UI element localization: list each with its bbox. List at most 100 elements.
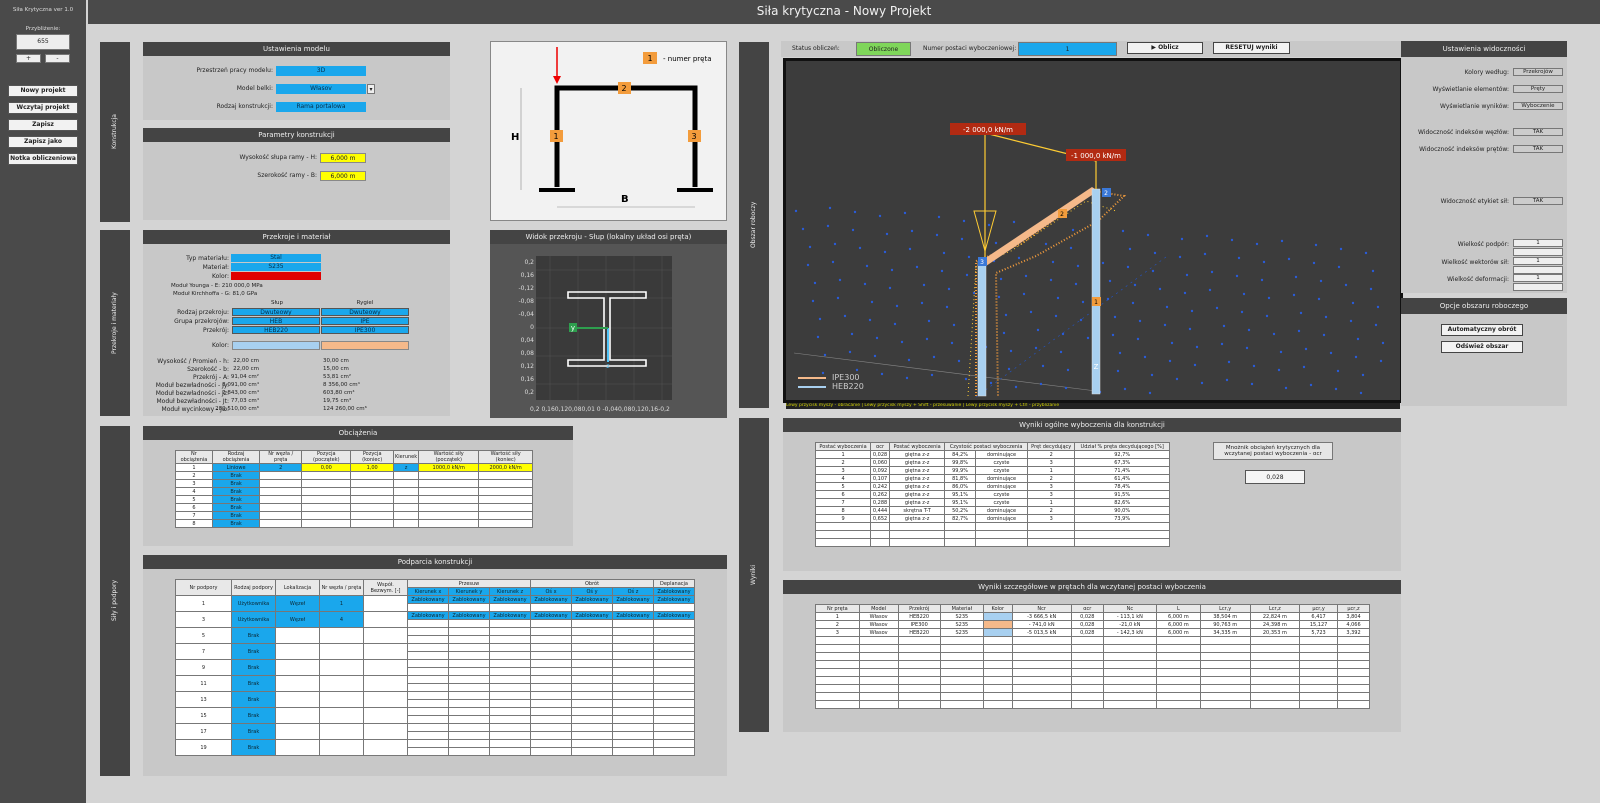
support-dof-cell[interactable] [530, 715, 572, 724]
zoom-out-button[interactable]: - [45, 54, 70, 63]
deformation-size-slider[interactable] [1513, 283, 1563, 291]
support-dof-cell[interactable] [530, 643, 572, 652]
support-dof-cell[interactable] [612, 731, 654, 740]
support-dof-cell[interactable] [448, 739, 490, 748]
support-dof-cell[interactable]: Zablokowany [653, 595, 695, 604]
table-cell[interactable] [393, 471, 420, 480]
table-cell[interactable] [350, 495, 395, 504]
support-dof-cell[interactable] [653, 619, 695, 628]
table-cell[interactable]: Liniowe [211, 463, 261, 472]
support-dof-cell[interactable] [448, 619, 490, 628]
table-cell[interactable] [418, 487, 480, 496]
support-dof-cell[interactable] [530, 707, 572, 716]
support-dof-cell[interactable]: Zablokowany [407, 611, 449, 620]
support-dof-cell[interactable] [407, 651, 449, 660]
table-cell[interactable] [418, 471, 480, 480]
support-coef[interactable] [363, 691, 408, 708]
calculate-button[interactable]: ▶ Oblicz [1127, 42, 1203, 54]
table-cell[interactable] [478, 479, 533, 488]
table-cell[interactable]: 0,00 [301, 463, 352, 472]
support-location[interactable] [275, 659, 320, 676]
table-cell[interactable] [350, 471, 395, 480]
table-cell[interactable] [301, 479, 352, 488]
support-dof-cell[interactable] [612, 667, 654, 676]
support-dof-cell[interactable] [407, 691, 449, 700]
support-dof-cell[interactable] [612, 651, 654, 660]
support-dof-cell[interactable]: Zablokowany [571, 595, 613, 604]
support-dof-cell[interactable] [489, 635, 531, 644]
support-dof-cell[interactable] [653, 635, 695, 644]
support-type[interactable]: Brak [231, 723, 276, 740]
height-input[interactable]: 6,000 m [320, 153, 366, 163]
support-dof-cell[interactable] [653, 651, 695, 660]
support-dof-cell[interactable] [530, 659, 572, 668]
table-cell[interactable] [259, 479, 303, 488]
table-cell[interactable]: Brak [211, 471, 261, 480]
rygiel-color-swatch[interactable] [321, 341, 409, 350]
support-type[interactable]: Brak [231, 643, 276, 660]
support-dof-cell[interactable] [571, 603, 613, 612]
support-dof-cell[interactable] [448, 675, 490, 684]
support-dof-cell[interactable] [448, 659, 490, 668]
support-node[interactable] [319, 675, 364, 692]
support-dof-cell[interactable] [489, 747, 531, 756]
model-space-field[interactable]: 3D [276, 66, 366, 76]
support-size-input[interactable]: 1 [1513, 239, 1563, 247]
table-cell[interactable]: 2 [259, 463, 303, 472]
support-dof-cell[interactable]: Zablokowany [571, 611, 613, 620]
support-dof-cell[interactable]: Zablokowany [407, 595, 449, 604]
support-dof-cell[interactable] [653, 603, 695, 612]
support-dof-cell[interactable]: Zablokowany [612, 611, 654, 620]
support-location[interactable] [275, 675, 320, 692]
table-cell[interactable] [350, 487, 395, 496]
support-dof-cell[interactable] [571, 627, 613, 636]
table-cell[interactable]: Brak [211, 511, 261, 520]
material-color-swatch[interactable] [231, 272, 321, 280]
support-dof-cell[interactable] [530, 675, 572, 684]
support-dof-cell[interactable]: Zablokowany [653, 611, 695, 620]
support-dof-cell[interactable] [571, 747, 613, 756]
table-cell[interactable]: Brak [211, 487, 261, 496]
support-dof-cell[interactable] [571, 699, 613, 708]
support-dof-cell[interactable] [448, 691, 490, 700]
table-cell[interactable] [418, 511, 480, 520]
table-cell[interactable] [393, 519, 420, 528]
table-cell[interactable] [393, 479, 420, 488]
support-dof-cell[interactable] [448, 635, 490, 644]
support-location[interactable] [275, 691, 320, 708]
support-dof-cell[interactable] [448, 723, 490, 732]
table-cell[interactable]: Brak [211, 479, 261, 488]
load-project-button[interactable]: Wczytaj projekt [8, 102, 78, 114]
support-dof-cell[interactable] [612, 691, 654, 700]
support-dof-cell[interactable] [407, 635, 449, 644]
support-dof-cell[interactable] [612, 707, 654, 716]
support-location[interactable]: Węzeł [275, 611, 320, 628]
construction-type-field[interactable]: Rama portalowa [276, 102, 366, 112]
support-dof-cell[interactable] [407, 675, 449, 684]
support-dof-cell[interactable] [489, 651, 531, 660]
zoom-in-button[interactable]: + [16, 54, 41, 63]
support-dof-cell[interactable] [448, 707, 490, 716]
colors-by-select[interactable]: Przekrojów [1513, 68, 1563, 76]
support-dof-cell[interactable] [653, 691, 695, 700]
table-cell[interactable] [259, 519, 303, 528]
support-dof-cell[interactable] [530, 739, 572, 748]
table-cell[interactable] [350, 511, 395, 520]
support-dof-cell[interactable] [448, 731, 490, 740]
table-cell[interactable] [259, 487, 303, 496]
deformation-size-input[interactable]: 1 [1513, 274, 1563, 282]
support-dof-cell[interactable] [448, 667, 490, 676]
support-type[interactable]: Brak [231, 675, 276, 692]
support-dof-cell[interactable] [489, 675, 531, 684]
support-dof-cell[interactable] [571, 643, 613, 652]
support-dof-cell[interactable] [653, 699, 695, 708]
support-type[interactable]: Brak [231, 627, 276, 644]
support-dof-cell[interactable] [653, 683, 695, 692]
table-cell[interactable] [301, 487, 352, 496]
support-dof-cell[interactable] [489, 739, 531, 748]
support-dof-cell[interactable] [407, 707, 449, 716]
support-dof-cell[interactable] [489, 643, 531, 652]
node-index-toggle[interactable]: TAK [1513, 128, 1563, 136]
support-dof-cell[interactable] [612, 603, 654, 612]
support-dof-cell[interactable] [571, 715, 613, 724]
